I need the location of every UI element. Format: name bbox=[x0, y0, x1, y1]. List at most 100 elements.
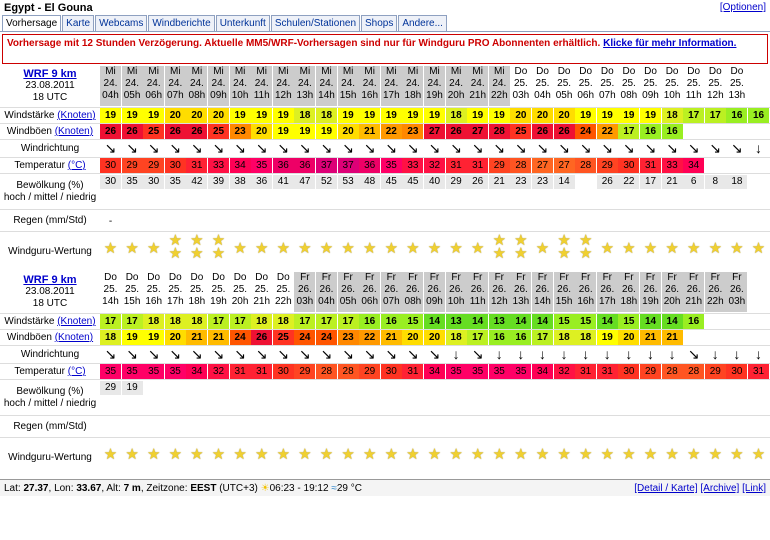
lon-label: Lon: bbox=[54, 483, 74, 494]
gust-cell: 23 bbox=[337, 330, 359, 345]
row-label-2: Windrichtung bbox=[2, 140, 98, 158]
options-link[interactable]: [Optionen] bbox=[720, 2, 766, 13]
temperature-cell: 27 bbox=[532, 158, 553, 173]
tab-2[interactable]: Webcams bbox=[95, 15, 148, 32]
day-label: Fr bbox=[537, 272, 548, 283]
hour-label: 17h bbox=[382, 90, 400, 101]
tab-5[interactable]: Schulen/Stationen bbox=[270, 15, 361, 32]
row-divider bbox=[0, 173, 770, 174]
day-label: Mi bbox=[278, 66, 289, 77]
star-icon: ★ bbox=[341, 446, 355, 463]
tab-7[interactable]: Andere... bbox=[398, 15, 447, 32]
lat-value: 27.37 bbox=[23, 483, 49, 494]
time-header: Fr 26. 03h bbox=[726, 272, 748, 312]
label-gusts: Windböen bbox=[6, 126, 52, 137]
temperature-cell: 35 bbox=[143, 364, 165, 379]
time-header: Mi 24. 11h bbox=[251, 66, 273, 106]
gust-cell: 26 bbox=[553, 124, 575, 139]
star-icon: ★ bbox=[470, 240, 485, 257]
model-link[interactable]: WRF 9 km bbox=[2, 274, 98, 286]
day-label: Do bbox=[147, 272, 161, 283]
day-label: Do bbox=[104, 272, 117, 283]
star-icon: ★ bbox=[319, 240, 334, 257]
direction-arrow-icon: ↘ bbox=[147, 140, 160, 156]
gust-cell: 25 bbox=[510, 124, 532, 139]
label-knots[interactable]: (Knoten) bbox=[55, 126, 93, 137]
direction-arrow-icon: ↓ bbox=[495, 346, 503, 362]
row-label-2: Windrichtung bbox=[2, 346, 98, 364]
label-knots[interactable]: (Knoten) bbox=[55, 332, 93, 343]
model-header: WRF 9 km 23.08.2011 18 UTC bbox=[2, 274, 98, 310]
cloud-cell: 45 bbox=[402, 175, 424, 189]
label-rain: Regen (mm/Std) bbox=[13, 215, 87, 226]
star-icon: ★ bbox=[211, 446, 226, 463]
detail-map-link[interactable]: [Detail / Karte] bbox=[634, 483, 697, 494]
direction-arrow-icon: ↘ bbox=[471, 140, 484, 156]
day-label: Do bbox=[708, 66, 722, 77]
gust-cell: 26 bbox=[100, 124, 121, 139]
hour-label: 21h bbox=[253, 296, 271, 307]
date-label: 26. bbox=[362, 284, 377, 295]
row-label-text: Windrichtung bbox=[21, 349, 79, 361]
alt-value: 7 m bbox=[123, 483, 141, 494]
archive-link[interactable]: [Archive] bbox=[700, 483, 739, 494]
date-label: 24. bbox=[341, 78, 356, 89]
day-label: Fr bbox=[364, 272, 375, 283]
label-celsius[interactable]: (°C) bbox=[68, 366, 86, 377]
hour-label: 08h bbox=[188, 90, 206, 101]
date-label: 25. bbox=[557, 78, 572, 89]
date-label: 25. bbox=[708, 78, 723, 89]
wind-cell: 20 bbox=[553, 108, 575, 123]
label-direction: Windrichtung bbox=[20, 349, 80, 360]
wind-cell: 14 bbox=[640, 314, 661, 329]
wind-cell: 14 bbox=[424, 314, 445, 329]
gust-cell: 19 bbox=[143, 330, 165, 345]
tab-4[interactable]: Unterkunft bbox=[215, 15, 270, 32]
star-icon: ★ bbox=[168, 245, 183, 262]
date-label: 24. bbox=[297, 78, 312, 89]
row-divider bbox=[0, 379, 770, 380]
time-header: Fr 26. 13h bbox=[510, 272, 532, 312]
more-info-link[interactable]: Klicke für mehr Information. bbox=[603, 38, 736, 49]
hour-label: 17h bbox=[598, 296, 616, 307]
model-link[interactable]: WRF 9 km bbox=[2, 68, 98, 80]
tab-3[interactable]: Windberichte bbox=[148, 15, 215, 32]
hour-label: 22h bbox=[706, 296, 724, 307]
star-icon: ★ bbox=[665, 446, 679, 463]
gust-cell: 19 bbox=[596, 330, 618, 345]
direction-arrow-icon: ↓ bbox=[625, 346, 633, 362]
temperature-cell: 31 bbox=[445, 158, 467, 173]
tab-0[interactable]: Vorhersage bbox=[2, 15, 62, 32]
wind-cell: 17 bbox=[704, 108, 726, 123]
time-header: Fr 26. 05h bbox=[337, 272, 359, 312]
label-temperature: Temperatur bbox=[14, 160, 65, 171]
row-label-text: Bewölkung (%) hoch / mittel / niedrig bbox=[4, 180, 96, 204]
hour-label: 19h bbox=[210, 296, 227, 307]
day-label: Do bbox=[233, 272, 247, 283]
date-label: 25. bbox=[233, 284, 248, 295]
direction-arrow-icon: ↘ bbox=[169, 140, 182, 156]
date-label: 24. bbox=[233, 78, 248, 89]
hour-label: 11h bbox=[469, 296, 486, 307]
temperature-cell: 32 bbox=[553, 364, 575, 379]
hour-label: 15h bbox=[123, 296, 141, 307]
cloud-cell: 40 bbox=[424, 175, 445, 189]
direction-arrow-icon: ↘ bbox=[191, 140, 203, 156]
wind-cell: 18 bbox=[164, 314, 186, 329]
hour-label: 11h bbox=[685, 90, 702, 101]
hour-label: 22h bbox=[274, 296, 292, 307]
label-rain: Regen (mm/Std) bbox=[13, 421, 87, 432]
label-celsius[interactable]: (°C) bbox=[68, 160, 86, 171]
tab-1[interactable]: Karte bbox=[62, 15, 95, 32]
star-icon: ★ bbox=[298, 240, 312, 257]
direction-arrow-icon: ↓ bbox=[711, 346, 719, 362]
link-link[interactable]: [Link] bbox=[742, 483, 766, 494]
gust-cell: 23 bbox=[402, 124, 424, 139]
day-label: Fr bbox=[732, 272, 742, 283]
label-knots[interactable]: (Knoten) bbox=[57, 110, 95, 121]
cloud-cell: 17 bbox=[640, 175, 661, 189]
tab-6[interactable]: Shops bbox=[361, 15, 398, 32]
temperature-cell: 35 bbox=[510, 364, 532, 379]
label-knots[interactable]: (Knoten) bbox=[57, 316, 95, 327]
hour-label: 09h bbox=[210, 90, 227, 101]
